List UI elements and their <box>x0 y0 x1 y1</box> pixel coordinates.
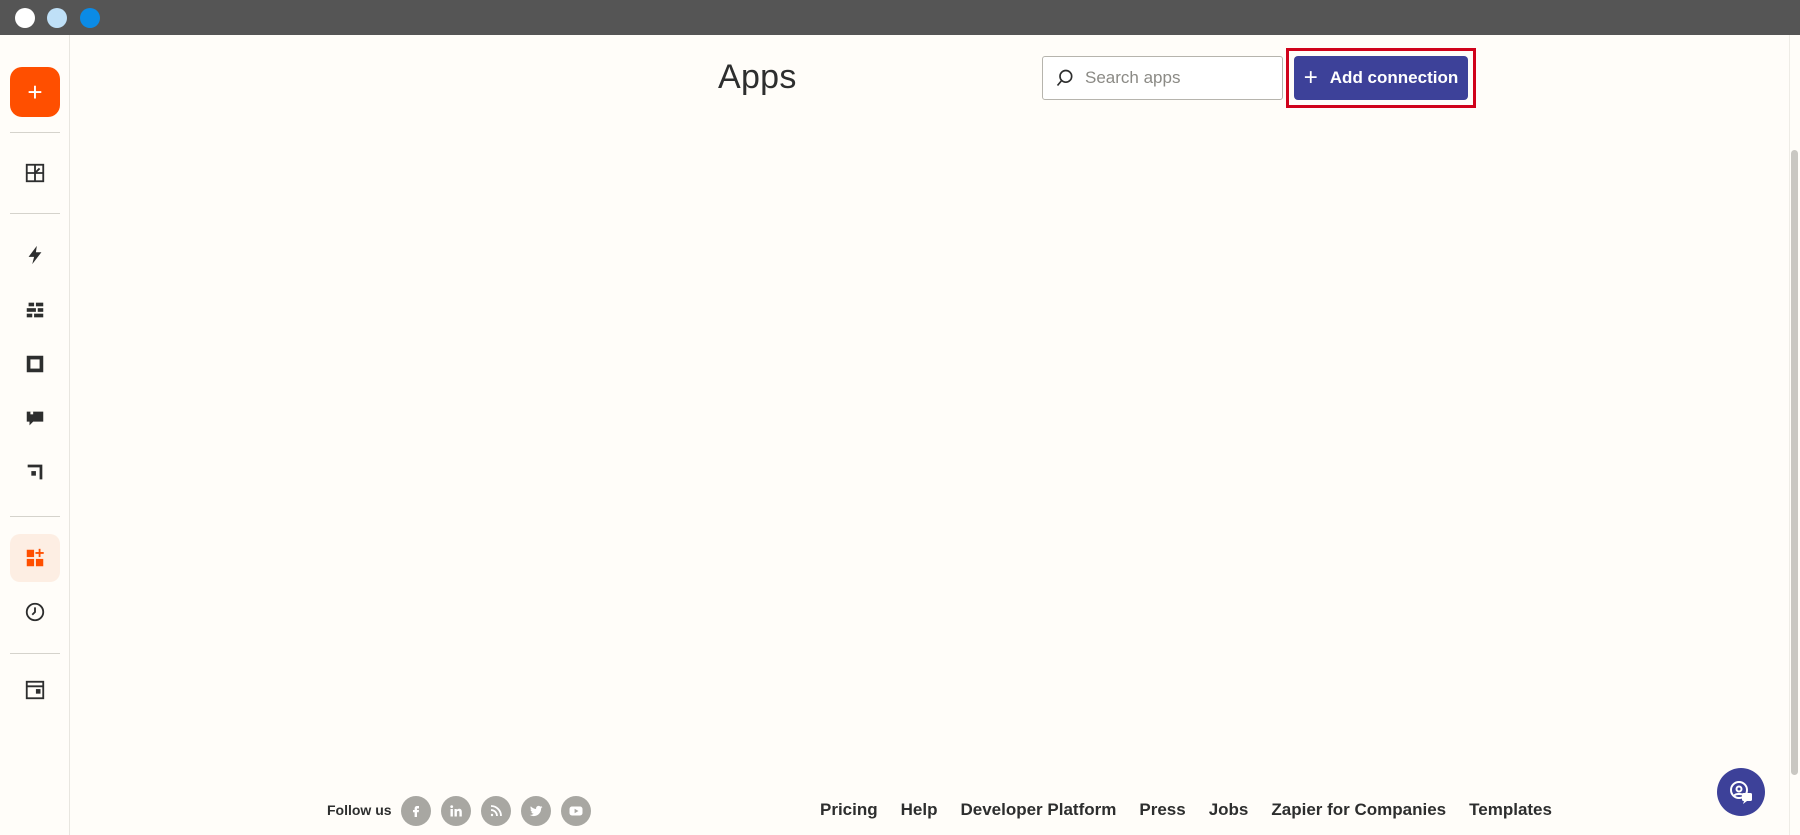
window-titlebar <box>0 0 1800 35</box>
plus-icon: + <box>1303 64 1318 91</box>
chatbots-icon <box>26 411 44 426</box>
sidebar-divider <box>10 132 60 133</box>
twitter-link[interactable] <box>521 796 551 826</box>
twitter-icon <box>529 805 543 817</box>
footer-link-developer-platform[interactable]: Developer Platform <box>960 800 1116 820</box>
search-box[interactable] <box>1042 56 1283 100</box>
window-maximize-button[interactable] <box>80 8 100 28</box>
footer-link-jobs[interactable]: Jobs <box>1209 800 1249 820</box>
sidebar-item-apps[interactable] <box>10 534 60 582</box>
interfaces-icon <box>26 355 44 373</box>
dashboard-icon <box>25 163 45 183</box>
linkedin-link[interactable] <box>441 796 471 826</box>
add-connection-button[interactable]: + Add connection <box>1294 56 1468 100</box>
add-connection-label: Add connection <box>1329 68 1459 87</box>
sidebar-divider <box>10 653 60 654</box>
facebook-icon <box>413 806 419 817</box>
footer-link-pricing[interactable]: Pricing <box>820 800 878 820</box>
sidebar-item-canvas[interactable] <box>10 448 60 496</box>
help-chat-icon <box>1730 781 1752 804</box>
tables-icon <box>26 302 44 318</box>
facebook-link[interactable] <box>401 796 431 826</box>
footer-link-zapier-for-companies[interactable]: Zapier for Companies <box>1271 800 1446 820</box>
zaps-icon <box>28 245 42 265</box>
footer-links: Pricing Help Developer Platform Press Jo… <box>820 800 1575 820</box>
apps-icon <box>26 548 44 567</box>
sidebar-item-interfaces[interactable] <box>10 340 60 388</box>
sidebar-item-admin[interactable] <box>10 666 60 714</box>
window-close-button[interactable] <box>15 8 35 28</box>
scrollbar-thumb[interactable] <box>1791 150 1798 775</box>
window-minimize-button[interactable] <box>47 8 67 28</box>
follow-us-label: Follow us <box>327 802 392 818</box>
search-icon <box>1056 69 1073 87</box>
create-button[interactable]: + <box>10 67 60 117</box>
linkedin-icon <box>450 805 462 817</box>
rss-icon <box>490 805 502 817</box>
admin-icon <box>25 680 45 700</box>
sidebar-item-dashboard[interactable] <box>10 149 60 197</box>
sidebar-item-chatbots[interactable] <box>10 394 60 442</box>
canvas-icon <box>27 464 43 480</box>
sidebar-divider <box>10 516 60 517</box>
sidebar: + <box>0 35 70 835</box>
footer-link-templates[interactable]: Templates <box>1469 800 1552 820</box>
footer-link-press[interactable]: Press <box>1139 800 1185 820</box>
search-input[interactable] <box>1085 68 1275 88</box>
history-icon <box>25 602 45 622</box>
youtube-link[interactable] <box>561 796 591 826</box>
sidebar-item-zaps[interactable] <box>10 231 60 279</box>
sidebar-item-tables[interactable] <box>10 286 60 334</box>
help-chat-button[interactable] <box>1717 768 1765 816</box>
footer-link-help[interactable]: Help <box>901 800 938 820</box>
sidebar-item-history[interactable] <box>10 588 60 636</box>
page-title: Apps <box>718 58 797 96</box>
sidebar-divider <box>10 213 60 214</box>
youtube-icon <box>569 806 583 816</box>
rss-link[interactable] <box>481 796 511 826</box>
